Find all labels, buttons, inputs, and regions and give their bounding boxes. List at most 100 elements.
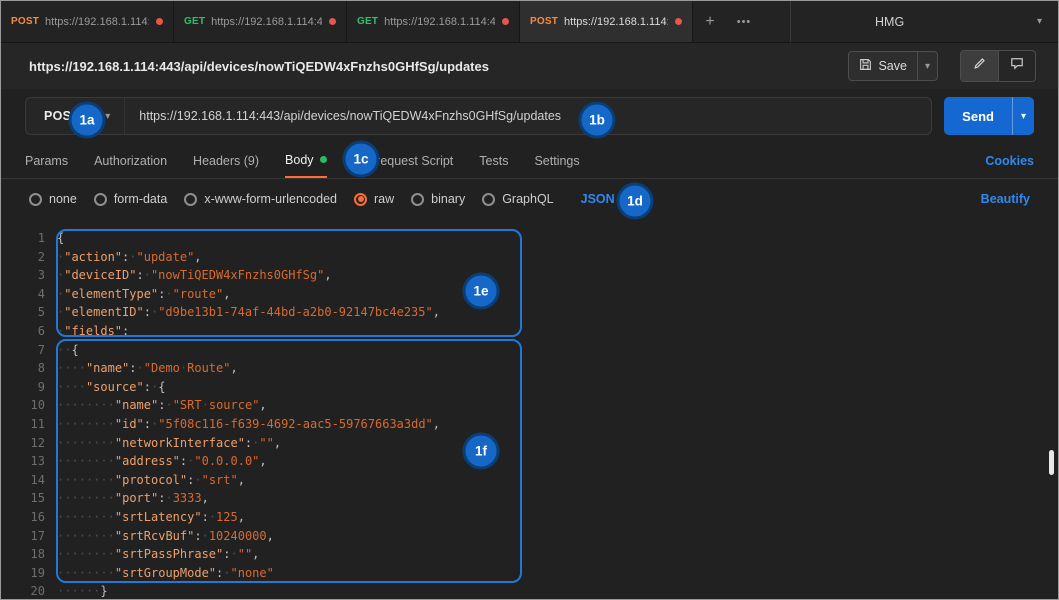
code-line: 18········"srtPassPhrase":·"", [5,545,1058,564]
body-type-label: x-www-form-urlencoded [204,192,337,206]
workspace-name: HMG [875,15,904,29]
body-type-binary[interactable]: binary [411,192,465,206]
tab-body[interactable]: Body [285,143,327,178]
save-button[interactable]: Save ▾ [848,51,938,81]
line-number: 8 [5,359,45,378]
annotation-badge-1e: 1e [463,273,500,310]
send-button-label: Send [944,97,1012,135]
comments-button[interactable] [998,51,1035,81]
line-number: 11 [5,415,45,434]
tab-method-badge: POST [11,16,39,27]
new-tab-button[interactable]: + [693,1,727,42]
line-number: 14 [5,471,45,490]
code-line: 6·"fields": [5,322,1058,341]
tab-method-badge: GET [357,16,378,27]
cookies-link[interactable]: Cookies [985,154,1034,168]
body-type-label: raw [374,192,394,206]
code-line: 9····"source":·{ [5,378,1058,397]
request-header: https://192.168.1.114:443/api/devices/no… [1,43,1058,89]
line-number: 13 [5,452,45,471]
code-line: 17········"srtRcvBuf":·10240000, [5,527,1058,546]
send-button[interactable]: Send ▾ [944,97,1034,135]
tab-headers[interactable]: Headers (9) [193,143,259,178]
postman-window: POST https://192.168.1.114:4 GET https:/… [0,0,1059,600]
body-content-dot-icon [320,156,327,163]
tab-method-badge: POST [530,16,558,27]
request-tab-3[interactable]: GET https://192.168.1.114:44 [347,1,520,42]
tab-url: https://192.168.1.114:44 [384,16,495,28]
tabbar-spacer [761,1,790,42]
request-header-actions: Save ▾ [848,50,1036,82]
body-type-bar: none form-data x-www-form-urlencoded raw… [1,179,1058,219]
tab-body-label: Body [285,153,314,167]
radio-icon [184,193,197,206]
tab-options-button[interactable]: ••• [727,1,761,42]
code-line: 3·"deviceID":·"nowTiQEDW4xFnzhs0GHfSg", [5,266,1058,285]
send-options-button[interactable]: ▾ [1012,97,1034,135]
unsaved-dot-icon [675,18,682,25]
code-line: 12········"networkInterface":·"", [5,434,1058,453]
annotation-badge-1b: 1b [579,102,616,139]
request-tab-2[interactable]: GET https://192.168.1.114:44 [174,1,347,42]
code-line: 2·"action":·"update", [5,248,1058,267]
line-number: 7 [5,341,45,360]
annotation-badge-1c: 1c [343,141,380,178]
tab-url: https://192.168.1.114:4 [45,16,149,28]
line-number: 4 [5,285,45,304]
tab-url: https://192.168.1.114:4 [564,16,668,28]
line-number: 1 [5,229,45,248]
header-icon-buttons [960,50,1036,82]
save-icon [859,58,872,74]
chevron-down-icon: ▾ [105,111,110,122]
radio-selected-icon [354,193,367,206]
body-type-x-www-form-urlencoded[interactable]: x-www-form-urlencoded [184,192,337,206]
code-line: 16········"srtLatency":·125, [5,508,1058,527]
chevron-down-icon: ▾ [925,61,930,72]
code-line: 1{ [5,229,1058,248]
tab-method-badge: GET [184,16,205,27]
body-editor[interactable]: 1{2·"action":·"update",3·"deviceID":·"no… [1,219,1058,600]
body-type-label: form-data [114,192,168,206]
tab-authorization[interactable]: Authorization [94,143,167,178]
tab-params[interactable]: Params [25,143,68,178]
code-line: 20······} [5,582,1058,600]
code-area[interactable]: 1{2·"action":·"update",3·"deviceID":·"no… [5,229,1058,600]
code-line: 13········"address":·"0.0.0.0", [5,452,1058,471]
body-type-label: none [49,192,77,206]
editor-scrollbar-thumb[interactable] [1049,450,1054,475]
request-tab-1[interactable]: POST https://192.168.1.114:4 [1,1,174,42]
unsaved-dot-icon [502,18,509,25]
body-type-none[interactable]: none [29,192,77,206]
edit-button[interactable] [961,51,998,81]
pencil-icon [973,57,986,75]
body-type-label: GraphQL [502,192,553,206]
radio-icon [94,193,107,206]
request-subtabs: Params Authorization Headers (9) Body Pr… [1,143,1058,179]
chevron-down-icon: ▾ [1037,16,1042,27]
line-number: 15 [5,489,45,508]
request-title: https://192.168.1.114:443/api/devices/no… [29,59,489,74]
tab-settings[interactable]: Settings [534,143,579,178]
line-number: 2 [5,248,45,267]
radio-icon [411,193,424,206]
radio-icon [482,193,495,206]
code-line: 4·"elementType":·"route", [5,285,1058,304]
url-input[interactable]: https://192.168.1.114:443/api/devices/no… [125,109,931,123]
code-line: 19········"srtGroupMode":·"none" [5,564,1058,583]
request-tab-4-active[interactable]: POST https://192.168.1.114:4 [520,1,693,42]
unsaved-dot-icon [156,18,163,25]
beautify-link[interactable]: Beautify [981,192,1030,206]
body-type-form-data[interactable]: form-data [94,192,168,206]
code-line: 5·"elementID":·"d9be13b1-74af-44bd-a2b0-… [5,303,1058,322]
tab-tests[interactable]: Tests [479,143,508,178]
body-type-graphql[interactable]: GraphQL [482,192,553,206]
body-type-label: binary [431,192,465,206]
unsaved-dot-icon [329,18,336,25]
url-builder-row: POST ▾ https://192.168.1.114:443/api/dev… [1,89,1058,143]
comment-icon [1010,57,1024,75]
save-options-button[interactable]: ▾ [917,52,937,80]
workspace-selector[interactable]: HMG ▾ [790,1,1058,42]
body-type-raw-selected[interactable]: raw [354,192,394,206]
language-select-value: JSON [581,192,615,206]
code-line: 15········"port":·3333, [5,489,1058,508]
